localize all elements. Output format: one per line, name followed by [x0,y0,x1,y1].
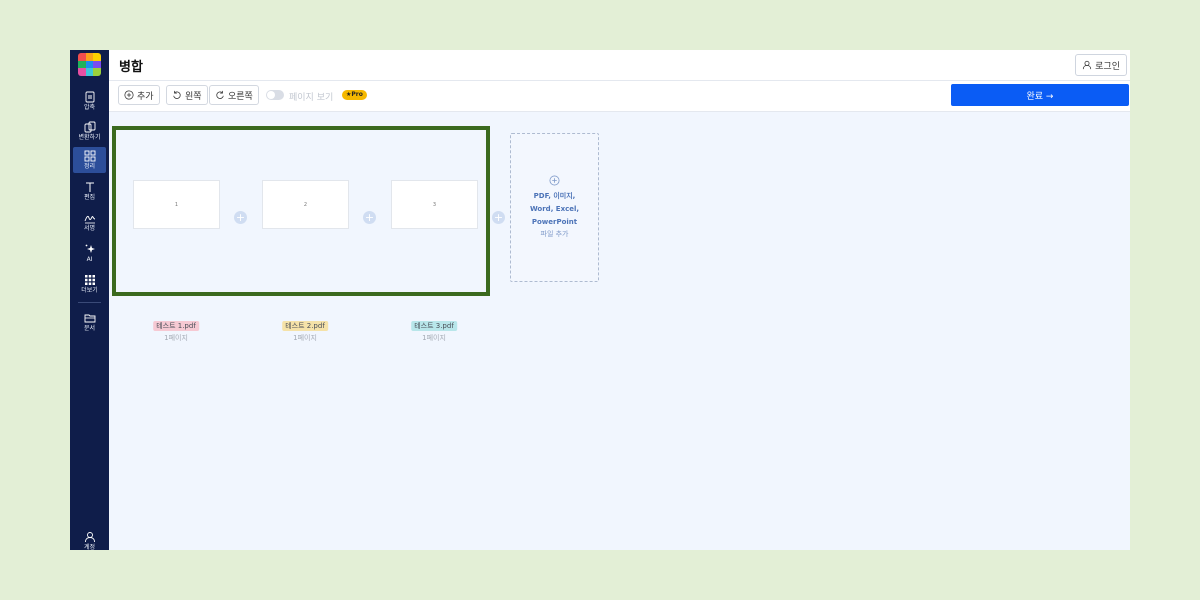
plus-circle-icon [549,175,560,186]
file-name-tag: 테스트 1.pdf [153,321,199,331]
supported-types: PowerPoint [531,218,578,226]
rotate-left-icon [173,90,181,99]
supported-types: PDF, 이미지, [533,192,576,200]
convert-icon [84,121,95,133]
insert-file-icon[interactable]: + [363,211,376,224]
ai-sparkle-icon [85,244,95,253]
signature-icon [84,215,95,224]
page-number: 3 [432,201,437,208]
rotate-left-button[interactable]: 왼쪽 [166,85,208,105]
documents-icon [84,314,95,323]
page-count: 1페이지 [164,334,188,342]
file-name-tag: 테스트 2.pdf [282,321,328,331]
rotate-left-label: 왼쪽 [185,91,202,102]
page-view-toggle[interactable] [266,90,284,100]
add-button[interactable]: 추가 [118,85,160,105]
sidebar-item-label: 압축 [83,104,96,111]
user-icon [1083,60,1092,70]
app-logo[interactable] [78,53,101,76]
done-button[interactable]: 완료 → [951,84,1129,106]
page-view-label: 페이지 보기 [289,93,334,103]
sidebar-item-organize[interactable]: 정리 [73,147,106,173]
sidebar-item-label: 편집 [83,194,96,201]
more-grid-icon [84,275,95,285]
rotate-right-icon [216,90,224,99]
sidebar-item-label: 문서 [83,325,96,332]
insert-file-icon[interactable]: + [234,211,247,224]
sidebar-item-signature[interactable]: 서명 [73,209,106,235]
merge-workspace: 1 테스트 1.pdf 1페이지 + 2 테스트 2.pdf 1페이지 + 3 … [109,112,1130,550]
insert-file-icon[interactable]: + [492,211,505,224]
sidebar-item-label: 서명 [83,225,96,232]
sidebar-item-label: AI [86,256,93,263]
rotate-right-label: 오른쪽 [228,91,253,102]
sidebar-item-label: 변환하기 [78,134,101,141]
sidebar-item-label: 더보기 [81,287,98,294]
user-icon [84,532,95,543]
page-thumbnail[interactable]: 1 [133,180,220,229]
login-button[interactable]: 로그인 [1075,54,1127,76]
header: 병합 로그인 [109,50,1130,81]
compress-icon [85,91,94,103]
page-count: 1페이지 [293,334,317,342]
sidebar: 압축 변환하기 정리 편집 서명 AI 더보기 문서 계정 [70,50,109,550]
page-number: 1 [174,201,179,208]
toolbar: 추가 왼쪽 오른쪽 페이지 보기 ★Pro 완료 → [109,81,1130,112]
sidebar-item-compress[interactable]: 압축 [73,88,106,114]
plus-circle-icon [124,90,134,100]
app-window: 압축 변환하기 정리 편집 서명 AI 더보기 문서 계정 병합 로그인 추가 … [70,50,1130,550]
page-thumbnail[interactable]: 2 [262,180,349,229]
sidebar-item-documents[interactable]: 문서 [73,309,106,335]
sidebar-item-label: 계정 [83,544,96,550]
page-title: 병합 [119,60,143,75]
rotate-right-button[interactable]: 오른쪽 [209,85,259,105]
page-count: 1페이지 [422,334,446,342]
organize-icon [84,150,95,162]
supported-types: Word, Excel, [529,205,580,213]
file-name-tag: 테스트 3.pdf [411,321,457,331]
login-label: 로그인 [1095,61,1120,72]
pro-badge: ★Pro [342,90,367,100]
add-file-dropzone[interactable]: PDF, 이미지, Word, Excel, PowerPoint 파일 추가 [510,133,599,282]
sidebar-item-label: 정리 [83,163,96,170]
sidebar-item-convert[interactable]: 변환하기 [73,118,106,144]
add-file-label: 파일 추가 [540,230,569,238]
done-label: 완료 → [1026,91,1054,102]
sidebar-divider [78,302,101,303]
page-thumbnail[interactable]: 3 [391,180,478,229]
sidebar-item-edit[interactable]: 편집 [73,178,106,204]
sidebar-item-ai[interactable]: AI [73,240,106,266]
sidebar-item-more[interactable]: 더보기 [73,271,106,297]
page-number: 2 [303,201,308,208]
add-label: 추가 [137,91,154,102]
sidebar-item-account[interactable]: 계정 [73,528,106,550]
edit-text-icon [85,182,94,192]
